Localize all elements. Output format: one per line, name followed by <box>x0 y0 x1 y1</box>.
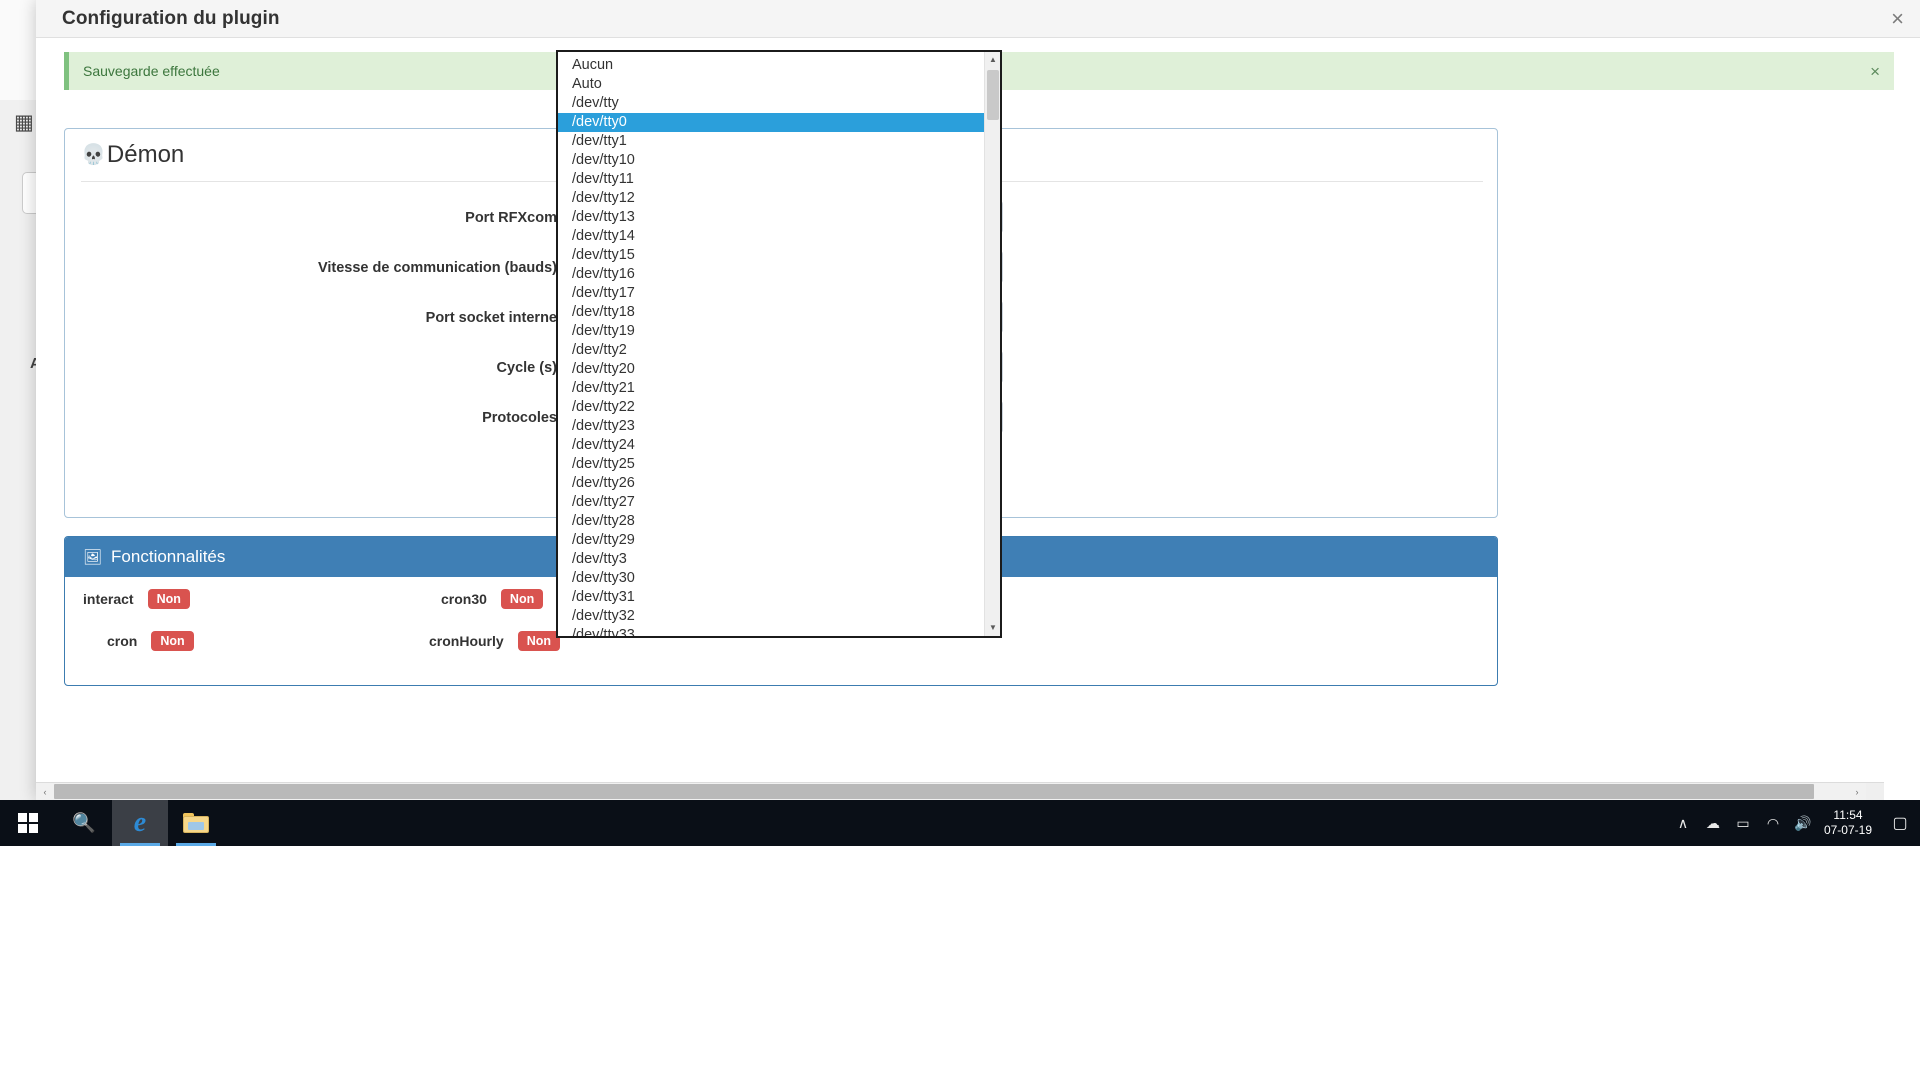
feature-name-cron: cron <box>107 633 138 650</box>
table-row: cron30 Non <box>441 589 544 610</box>
dropdown-option[interactable]: /dev/tty20 <box>558 360 984 379</box>
alert-close-icon[interactable]: × <box>1870 63 1880 80</box>
dropdown-option[interactable]: /dev/tty17 <box>558 284 984 303</box>
browser-viewport: ▦ A ▴ Configuration du plugin × Sauvegar… <box>0 0 1920 800</box>
dropdown-option[interactable]: Auto <box>558 75 984 94</box>
table-row: cronHourly Non <box>429 631 560 652</box>
label-port-socket-interne: Port socket interne <box>425 310 557 326</box>
port-rfxcom-dropdown-popup[interactable]: Aucun Auto/dev/tty/dev/tty0/dev/tty1/dev/… <box>556 50 1002 638</box>
windows-taskbar: 🔍 e ∧ ☁ ▭ ◠ 🔊 11:54 07-07-19 ▢ <box>0 800 1920 846</box>
clock-time: 11:54 <box>1833 808 1863 822</box>
dropdown-option[interactable]: /dev/tty33 <box>558 626 984 636</box>
modal-header: Configuration du plugin × <box>36 0 1920 38</box>
network-wifi-icon[interactable]: ◠ <box>1758 800 1788 846</box>
dropdown-option[interactable]: /dev/tty22 <box>558 398 984 417</box>
dropdown-option[interactable]: /dev/tty16 <box>558 265 984 284</box>
feature-name-cron30: cron30 <box>441 591 487 608</box>
taskbar-clock[interactable]: 11:54 07-07-19 <box>1818 808 1884 838</box>
dropdown-scrollbar[interactable]: ▲ ▼ <box>984 52 1000 636</box>
hscroll-left-arrow[interactable]: ‹ <box>36 783 54 800</box>
taskbar-item-edge[interactable]: e <box>112 800 168 846</box>
dropdown-option[interactable]: /dev/tty28 <box>558 512 984 531</box>
hscroll-track[interactable] <box>54 783 1848 800</box>
dropdown-option[interactable]: /dev/tty18 <box>558 303 984 322</box>
image-icon: 🖼 <box>83 548 103 566</box>
table-row: interact Non <box>83 589 190 610</box>
dropdown-option[interactable]: /dev/tty19 <box>558 322 984 341</box>
system-tray: ∧ ☁ ▭ ◠ 🔊 11:54 07-07-19 ▢ <box>1668 800 1920 846</box>
label-protocoles: Protocoles <box>482 410 557 426</box>
page-horizontal-scrollbar[interactable]: ‹ › <box>36 782 1884 800</box>
demon-title-text: Démon <box>106 141 185 168</box>
label-port-rfxcom: Port RFXcom <box>465 210 557 226</box>
demon-section-title: 💀 Démon <box>81 141 184 169</box>
hscroll-thumb[interactable] <box>54 784 1814 799</box>
dropdown-option[interactable]: /dev/tty <box>558 94 984 113</box>
dropdown-option[interactable]: /dev/tty3 <box>558 550 984 569</box>
search-icon: 🔍 <box>72 813 96 834</box>
label-cycle: Cycle (s) <box>496 360 557 376</box>
dropdown-option[interactable]: /dev/tty32 <box>558 607 984 626</box>
dropdown-option[interactable]: /dev/tty0 <box>558 113 984 132</box>
desktop-screen: ▦ A ▴ Configuration du plugin × Sauvegar… <box>0 0 1920 1080</box>
dropdown-option[interactable]: Aucun <box>558 56 984 75</box>
taskbar-item-file-explorer[interactable] <box>168 800 224 846</box>
dropdown-scroll-up-arrow[interactable]: ▲ <box>985 52 1000 68</box>
dropdown-option[interactable]: /dev/tty1 <box>558 132 984 151</box>
search-button[interactable]: 🔍 <box>56 800 112 846</box>
folder-icon <box>183 813 209 833</box>
close-icon[interactable]: × <box>1891 0 1904 38</box>
dropdown-option[interactable]: /dev/tty13 <box>558 208 984 227</box>
feature-name-interact: interact <box>83 591 134 608</box>
page-title: Configuration du plugin <box>62 7 280 29</box>
dropdown-option[interactable]: /dev/tty12 <box>558 189 984 208</box>
windows-logo-icon <box>18 813 38 833</box>
dropdown-option[interactable]: /dev/tty29 <box>558 531 984 550</box>
battery-icon[interactable]: ▭ <box>1728 800 1758 846</box>
start-button[interactable] <box>0 800 56 846</box>
feature-name-cronhourly: cronHourly <box>429 633 504 650</box>
dropdown-option[interactable]: /dev/tty31 <box>558 588 984 607</box>
status-badge[interactable]: Non <box>500 589 544 610</box>
table-row: cron Non <box>107 631 194 652</box>
darth-vader-helmet-icon: 💀 <box>81 144 106 166</box>
cloud-storage-icon[interactable]: ☁ <box>1698 800 1728 846</box>
dropdown-option[interactable]: /dev/tty23 <box>558 417 984 436</box>
dropdown-option[interactable]: /dev/tty30 <box>558 569 984 588</box>
dropdown-option[interactable]: /dev/tty11 <box>558 170 984 189</box>
dropdown-option[interactable]: /dev/tty15 <box>558 246 984 265</box>
functionalities-title: Fonctionnalités <box>111 547 226 566</box>
alert-message: Sauvegarde effectuée <box>83 63 220 79</box>
scrollbar-corner <box>1866 783 1884 800</box>
dropdown-option[interactable]: /dev/tty14 <box>558 227 984 246</box>
volume-icon[interactable]: 🔊 <box>1788 800 1818 846</box>
show-hidden-icons-icon[interactable]: ∧ <box>1668 800 1698 846</box>
clock-date: 07-07-19 <box>1823 823 1872 837</box>
dropdown-option[interactable]: /dev/tty27 <box>558 493 984 512</box>
dropdown-scroll-down-arrow[interactable]: ▼ <box>985 620 1000 636</box>
dropdown-option[interactable]: /dev/tty2 <box>558 341 984 360</box>
dropdown-option[interactable]: /dev/tty10 <box>558 151 984 170</box>
status-badge[interactable]: Non <box>147 589 190 610</box>
dropdown-option[interactable]: /dev/tty24 <box>558 436 984 455</box>
desktop-empty-area <box>0 846 1920 1080</box>
dropdown-option[interactable]: /dev/tty25 <box>558 455 984 474</box>
dropdown-option[interactable]: /dev/tty21 <box>558 379 984 398</box>
dropdown-option-list[interactable]: Aucun Auto/dev/tty/dev/tty0/dev/tty1/dev/… <box>558 52 984 636</box>
grid-icon[interactable]: ▦ <box>14 112 36 134</box>
dropdown-option[interactable]: /dev/tty26 <box>558 474 984 493</box>
status-badge[interactable]: Non <box>151 631 194 652</box>
edge-browser-icon: e <box>133 807 147 838</box>
status-badge[interactable]: Non <box>517 631 560 652</box>
label-vitesse-communication: Vitesse de communication (bauds) <box>317 260 557 276</box>
hscroll-right-arrow[interactable]: › <box>1848 783 1866 800</box>
action-center-icon[interactable]: ▢ <box>1884 800 1916 846</box>
dropdown-scrollbar-thumb[interactable] <box>987 70 999 120</box>
